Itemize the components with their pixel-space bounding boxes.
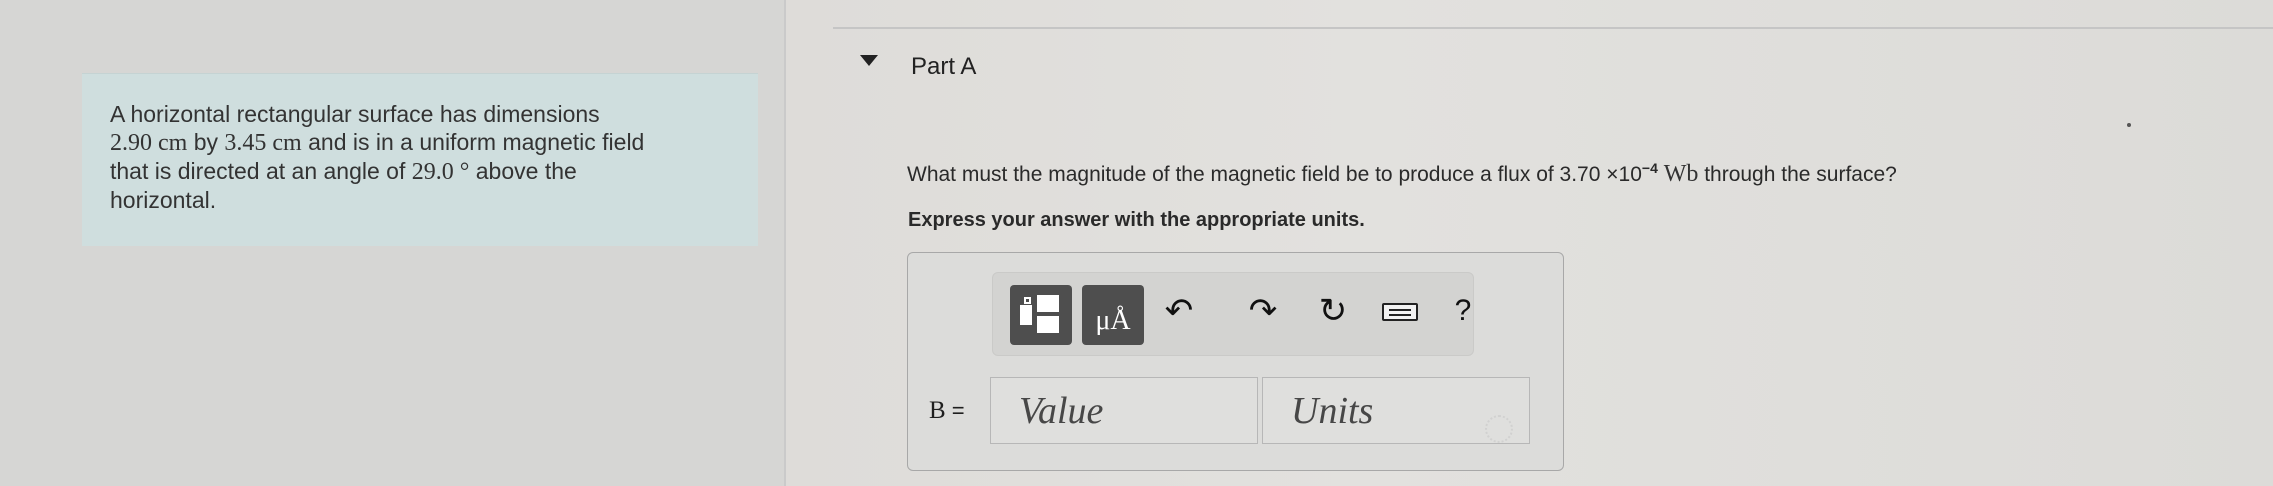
value-input[interactable] — [990, 377, 1258, 444]
undo-icon[interactable]: ↶ — [1159, 291, 1199, 331]
problem-line-3-start: that is directed at an angle of — [110, 158, 412, 184]
reset-icon[interactable]: ↻ — [1313, 291, 1353, 331]
angle-value: 29.0 ° — [411, 159, 470, 185]
question-prefix: What must the magnitude of the magnetic … — [907, 163, 1560, 186]
problem-line-3-end: above the — [469, 158, 577, 184]
help-button[interactable]: ? — [1443, 291, 1483, 331]
flux-exponent: −4 — [1641, 160, 1658, 176]
part-title[interactable]: Part A — [911, 53, 976, 81]
problem-statement-box: A horizontal rectangular surface has dim… — [82, 73, 758, 246]
problem-line-2-end: and is in a uniform magnetic field — [301, 129, 645, 155]
dimension-1: 2.90 cm — [110, 130, 188, 156]
problem-statement: A horizontal rectangular surface has dim… — [110, 100, 750, 214]
problem-line-4: horizontal. — [110, 187, 217, 213]
section-divider — [833, 27, 2273, 29]
keyboard-icon[interactable] — [1382, 291, 1422, 331]
flux-coefficient: 3.70 ×10 — [1559, 163, 1642, 186]
keyboard-row — [1389, 314, 1411, 316]
keyboard-row — [1389, 309, 1411, 311]
background-dot — [2127, 123, 2131, 127]
flux-unit: Wb — [1663, 161, 1699, 187]
answer-instruction: Express your answer with the appropriate… — [908, 209, 1365, 231]
keyboard-shape — [1382, 303, 1418, 321]
variable-symbol: B — [929, 397, 946, 424]
problem-pane: A horizontal rectangular surface has dim… — [0, 0, 786, 486]
problem-line-1: A horizontal rectangular surface has dim… — [110, 101, 600, 127]
math-toolbar: μÅ ↶ ↷ ↻ ? — [992, 272, 1474, 356]
answer-panel: μÅ ↶ ↷ ↻ ? B = — [907, 252, 1564, 471]
background-gear-icon — [1485, 415, 1513, 443]
template-small-box-icon — [1024, 297, 1031, 304]
redo-icon[interactable]: ↷ — [1243, 291, 1283, 331]
answer-variable-label: B = — [929, 397, 965, 425]
question-text: What must the magnitude of the magnetic … — [907, 160, 1897, 188]
equals-sign: = — [945, 398, 965, 423]
page: A horizontal rectangular surface has dim… — [0, 0, 2273, 486]
units-icon: μÅ — [1095, 305, 1131, 336]
fraction-top-icon — [1037, 295, 1059, 312]
units-button[interactable]: μÅ — [1082, 285, 1144, 345]
template-icon — [1020, 305, 1032, 325]
fraction-bottom-icon — [1037, 316, 1059, 333]
collapse-chevron-icon[interactable] — [860, 55, 878, 66]
problem-line-2-middle: by — [187, 129, 225, 155]
dimension-2: 3.45 cm — [224, 130, 302, 156]
templates-button[interactable] — [1010, 285, 1072, 345]
question-suffix: through the surface? — [1698, 163, 1897, 186]
